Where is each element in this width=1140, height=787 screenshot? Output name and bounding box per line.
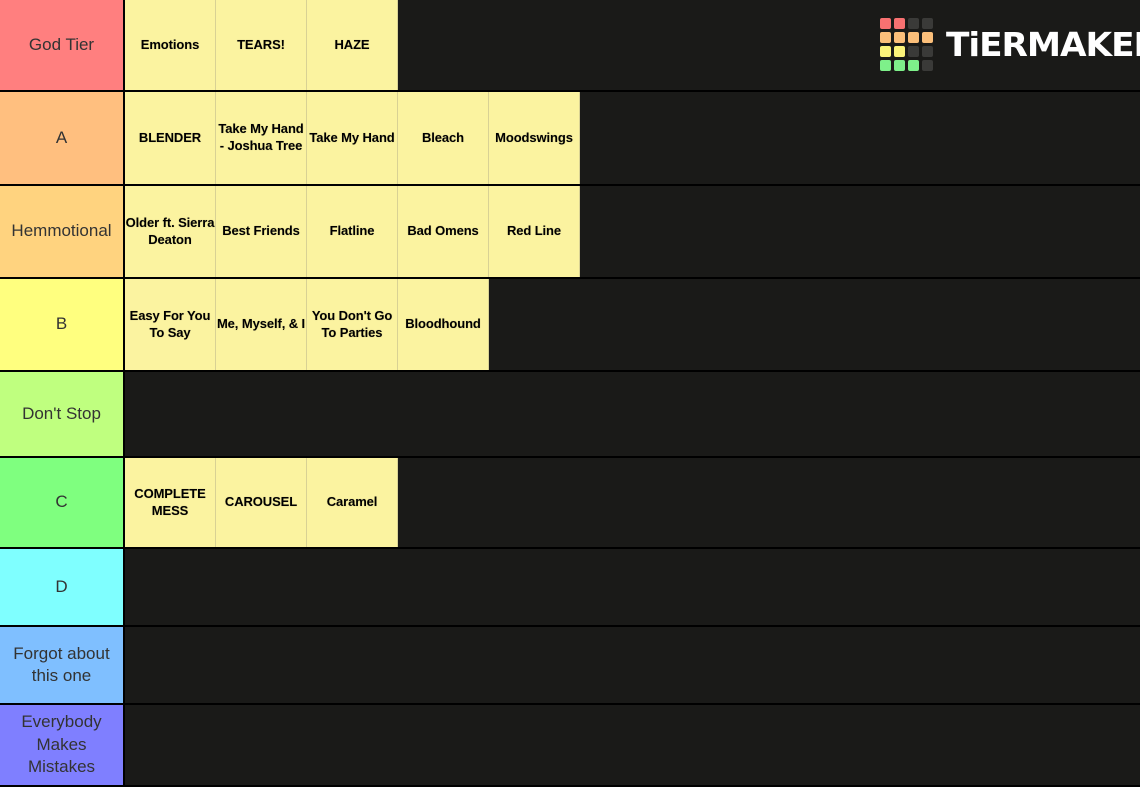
tier-label[interactable]: Everybody Makes Mistakes <box>0 705 125 785</box>
tier-row: Forgot about this one <box>0 627 1140 705</box>
tier-item[interactable]: You Don't Go To Parties <box>307 279 398 370</box>
tier-item[interactable]: HAZE <box>307 0 398 90</box>
tier-items <box>125 549 1140 625</box>
tier-items: Easy For You To Say Me, Myself, & I You Do… <box>125 279 1140 370</box>
tier-item[interactable]: COMPLETE MESS <box>125 458 216 547</box>
tier-item[interactable]: Caramel <box>307 458 398 547</box>
tier-item[interactable]: Easy For You To Say <box>125 279 216 370</box>
tier-row: God Tier Emotions TEARS! HAZE <box>0 0 1140 92</box>
tier-list-board: God Tier Emotions TEARS! HAZE A BLENDER Take M… <box>0 0 1140 787</box>
tier-label[interactable]: A <box>0 92 125 184</box>
tier-item[interactable]: Take My Hand <box>307 92 398 184</box>
tier-items: COMPLETE MESS CAROUSEL Caramel <box>125 458 1140 547</box>
tier-item[interactable]: Red Line <box>489 186 580 277</box>
tier-item[interactable]: Emotions <box>125 0 216 90</box>
tier-item[interactable]: Moodswings <box>489 92 580 184</box>
tier-label[interactable]: God Tier <box>0 0 125 90</box>
tier-items: Older ft. Sierra Deaton Best Friends Flatl… <box>125 186 1140 277</box>
tier-label[interactable]: Forgot about this one <box>0 627 125 703</box>
tier-item[interactable]: Take My Hand - Joshua Tree <box>216 92 307 184</box>
tier-item[interactable]: Me, Myself, & I <box>216 279 307 370</box>
tier-item[interactable]: Bad Omens <box>398 186 489 277</box>
tier-item[interactable]: TEARS! <box>216 0 307 90</box>
tier-items: Emotions TEARS! HAZE <box>125 0 1140 90</box>
tier-items: BLENDER Take My Hand - Joshua Tree Take My… <box>125 92 1140 184</box>
tier-label[interactable]: D <box>0 549 125 625</box>
tier-item[interactable]: Best Friends <box>216 186 307 277</box>
tier-label[interactable]: B <box>0 279 125 370</box>
tier-label[interactable]: Hemmotional <box>0 186 125 277</box>
tier-items <box>125 372 1140 456</box>
tier-item[interactable]: Bleach <box>398 92 489 184</box>
tier-label[interactable]: Don't Stop <box>0 372 125 456</box>
tier-rows-container: God Tier Emotions TEARS! HAZE A BLENDER Take M… <box>0 0 1140 787</box>
tier-items <box>125 627 1140 703</box>
tier-label[interactable]: C <box>0 458 125 547</box>
tier-row: C COMPLETE MESS CAROUSEL Caramel <box>0 458 1140 549</box>
tier-row: Hemmotional Older ft. Sierra Deaton Best F… <box>0 186 1140 279</box>
tier-row: Everybody Makes Mistakes <box>0 705 1140 787</box>
tier-items <box>125 705 1140 785</box>
tier-item[interactable]: Flatline <box>307 186 398 277</box>
tier-row: B Easy For You To Say Me, Myself, & I You D… <box>0 279 1140 372</box>
tier-item[interactable]: Bloodhound <box>398 279 489 370</box>
tier-item[interactable]: BLENDER <box>125 92 216 184</box>
tier-item[interactable]: CAROUSEL <box>216 458 307 547</box>
tier-row: D <box>0 549 1140 627</box>
tier-row: Don't Stop <box>0 372 1140 458</box>
tier-row: A BLENDER Take My Hand - Joshua Tree Take M… <box>0 92 1140 186</box>
tier-item[interactable]: Older ft. Sierra Deaton <box>125 186 216 277</box>
